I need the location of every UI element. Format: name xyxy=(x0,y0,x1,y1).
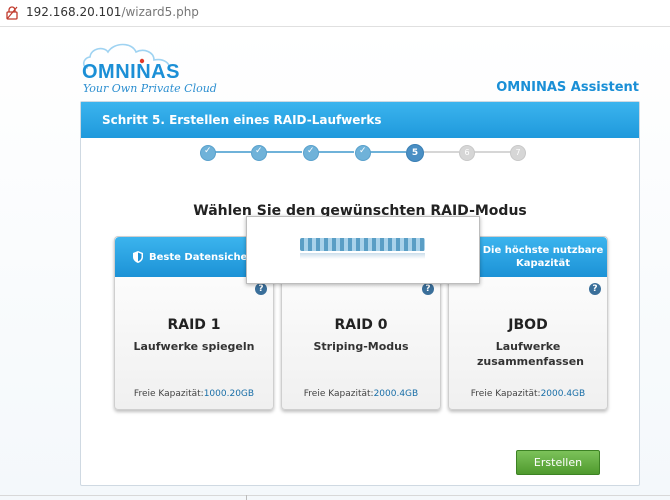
step-connector xyxy=(473,151,511,153)
step-7-pending: 7 xyxy=(510,145,526,161)
step-2-done-icon xyxy=(251,145,267,161)
insecure-lock-icon xyxy=(6,6,18,20)
omninas-logo: OMNINAS Your Own Private Cloud xyxy=(80,38,217,100)
logo-tagline: Your Own Private Cloud xyxy=(83,82,217,95)
page-bottom-tick xyxy=(246,495,247,500)
url-path: /wizard5.php xyxy=(121,5,199,19)
capacity-label: Freie Kapazität: xyxy=(303,389,374,399)
card-capacity: Freie Kapazität:1000.20GB xyxy=(115,389,273,399)
help-icon[interactable]: ? xyxy=(422,283,434,295)
step-connector xyxy=(317,151,354,153)
card-capacity: Freie Kapazität:2000.4GB xyxy=(282,389,440,399)
step-1-done-icon xyxy=(200,145,216,161)
card-raid-name: RAID 0 xyxy=(334,317,388,333)
card-description: Laufwerke spiegeln xyxy=(133,340,255,353)
step-5-current: 5 xyxy=(406,144,424,162)
wizard-panel: Schritt 5. Erstellen eines RAID-Laufwerk… xyxy=(80,101,640,486)
address-bar[interactable]: 192.168.20.101/wizard5.php xyxy=(0,0,670,27)
assistant-title: OMNINAS Assistent xyxy=(496,80,639,95)
card-raid-name: JBOD xyxy=(508,317,548,333)
step-6-pending: 6 xyxy=(459,145,475,161)
wizard-header: Schritt 5. Erstellen eines RAID-Laufwerk… xyxy=(81,102,639,138)
card-capacity: Freie Kapazität:2000.4GB xyxy=(449,389,607,399)
loading-progress-bar xyxy=(300,238,425,251)
capacity-value: 2000.4GB xyxy=(540,389,586,399)
step-progress: 5 6 7 xyxy=(199,143,529,165)
loading-dialog xyxy=(246,216,480,284)
step-connector xyxy=(265,151,302,153)
url-text[interactable]: 192.168.20.101/wizard5.php xyxy=(26,5,199,19)
step-connector xyxy=(423,151,459,153)
capacity-label: Freie Kapazität: xyxy=(470,389,541,399)
cloud-logo-icon: OMNINAS xyxy=(82,43,180,83)
step-connector xyxy=(369,151,406,153)
capacity-value: 1000.20GB xyxy=(203,389,255,399)
create-button[interactable]: Erstellen xyxy=(516,450,600,475)
page-bottom-divider xyxy=(0,495,670,496)
step-4-done-icon xyxy=(355,145,371,161)
loading-bar-reflection xyxy=(300,253,425,259)
capacity-label: Freie Kapazität: xyxy=(133,389,204,399)
url-host: 192.168.20.101 xyxy=(26,5,122,19)
card-description: Laufwerke zusammenfassen xyxy=(477,340,585,368)
card-description: Striping-Modus xyxy=(313,340,409,353)
help-icon[interactable]: ? xyxy=(589,283,601,295)
logo-wordmark: OMNINAS xyxy=(82,61,180,83)
step-title: Schritt 5. Erstellen eines RAID-Laufwerk… xyxy=(102,113,382,127)
card-raid-name: RAID 1 xyxy=(167,317,221,333)
capacity-value: 2000.4GB xyxy=(373,389,419,399)
help-icon[interactable]: ? xyxy=(255,283,267,295)
step-connector xyxy=(214,151,251,153)
step-3-done-icon xyxy=(303,145,319,161)
